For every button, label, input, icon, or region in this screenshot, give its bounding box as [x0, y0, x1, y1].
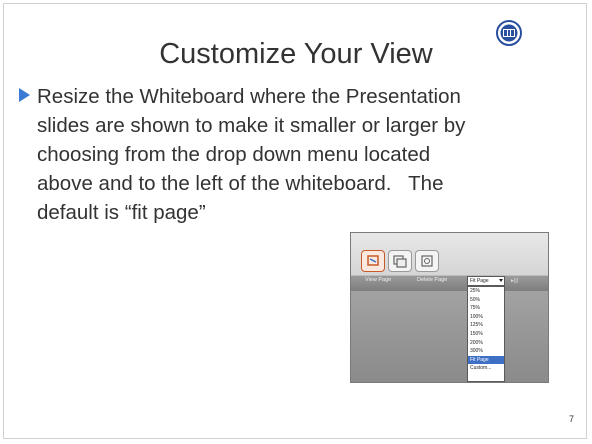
zoom-option[interactable]: 125% — [468, 321, 504, 330]
bullet-line: above and to the left of the whiteboard.… — [37, 172, 444, 195]
delete-page-link[interactable]: Delete Page — [417, 277, 447, 283]
upload-tab-icon[interactable] — [415, 250, 439, 272]
bullet-arrow-icon — [19, 88, 30, 102]
zoom-option-selected[interactable]: Fit Page — [468, 355, 504, 365]
whiteboard-screenshot: View Page Delete Page Fit Page ▸||| 25% … — [350, 232, 549, 383]
chevron-down-icon — [499, 279, 503, 282]
zoom-option[interactable]: 75% — [468, 304, 504, 313]
whiteboard-area — [351, 291, 548, 382]
zoom-option[interactable]: 150% — [468, 330, 504, 339]
bullet-line: Resize the Whiteboard where the Presenta… — [37, 85, 461, 108]
whiteboard-tab-icon[interactable] — [361, 250, 385, 272]
view-page-link[interactable]: View Page — [365, 277, 391, 283]
zoom-option[interactable]: 100% — [468, 313, 504, 322]
page-number: 7 — [569, 414, 575, 424]
bullet-line: slides are shown to make it smaller or l… — [37, 114, 466, 137]
bullet-text: Resize the Whiteboard where the Presenta… — [37, 82, 577, 227]
zoom-dropdown-menu: 25% 50% 75% 100% 125% 150% 200% 300% Fit… — [467, 286, 505, 382]
zoom-option[interactable]: 200% — [468, 339, 504, 348]
bullet-line: choosing from the drop down menu located — [37, 143, 431, 166]
zoom-option[interactable]: Custom... — [468, 364, 504, 373]
pages-tab-icon[interactable] — [388, 250, 412, 272]
zoom-select-value: Fit Page — [470, 278, 489, 284]
bullet-line: default is “fit page” — [37, 201, 206, 224]
side-label: ▸||| — [511, 278, 519, 284]
zoom-option[interactable]: 300% — [468, 347, 504, 356]
slide: Customize Your View Resize the Whiteboar… — [0, 0, 592, 444]
zoom-select[interactable]: Fit Page — [467, 276, 505, 286]
logo-icon — [496, 20, 522, 46]
zoom-option[interactable]: 50% — [468, 296, 504, 305]
zoom-option[interactable]: 25% — [468, 287, 504, 296]
